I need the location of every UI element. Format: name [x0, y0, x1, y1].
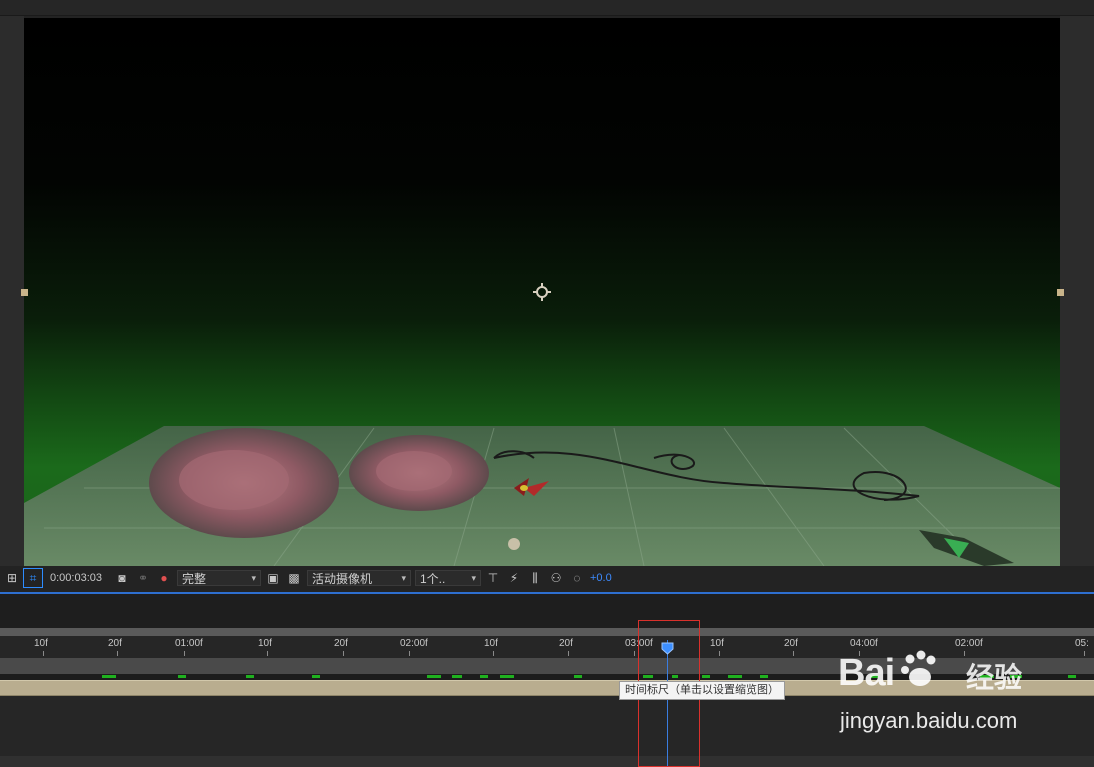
3d-draft-icon[interactable]: ⚡ — [505, 569, 523, 587]
current-time[interactable]: 0:00:03:03 — [50, 572, 102, 584]
watermark-brand-suffix: 经验 — [966, 662, 1023, 693]
color-channel-icon[interactable]: ● — [155, 569, 173, 587]
panel-header — [0, 0, 1094, 16]
ruler-tick — [184, 651, 185, 656]
timeline-footer — [0, 756, 1094, 767]
ruler-tick — [568, 651, 569, 656]
keyframe-marker — [760, 675, 768, 678]
ruler-label: 10f — [34, 638, 48, 649]
watermark-brand: Bai — [838, 652, 895, 694]
mask-toggle-icon[interactable]: ⌗ — [23, 568, 43, 588]
ruler-tick — [493, 651, 494, 656]
after-effects-window: ⊞ ⌗ 0:00:03:03 ◙ ⚭ ● 完整 ▾ ▣ ▩ 活动摄像机 ▾ 1个… — [0, 0, 1094, 767]
timeline-header — [0, 594, 1094, 628]
ruler-label: 02:00f — [400, 638, 428, 649]
anchor-point-icon — [533, 283, 551, 301]
ruler-tick — [267, 651, 268, 656]
ruler-label: 01:00f — [175, 638, 203, 649]
timeline-icon[interactable]: ⫼ — [526, 569, 544, 587]
layer-handle-left[interactable] — [21, 289, 28, 296]
ruler-tick — [43, 651, 44, 656]
light-point — [508, 538, 520, 550]
keyframe-marker — [500, 675, 514, 678]
chevron-down-icon: ▾ — [401, 572, 406, 583]
keyframe-marker — [178, 675, 186, 678]
composition-render — [24, 283, 1060, 566]
ruler-label: 10f — [258, 638, 272, 649]
ruler-label: 10f — [484, 638, 498, 649]
layer-handle-right[interactable] — [1057, 289, 1064, 296]
watermark-url: jingyan.baidu.com — [840, 708, 1018, 733]
ruler-tick — [117, 651, 118, 656]
ruler-tick — [409, 651, 410, 656]
keyframe-marker — [102, 675, 116, 678]
views-dropdown[interactable]: 1个.. ▾ — [415, 570, 481, 586]
region-of-interest-icon[interactable]: ⊞ — [3, 569, 21, 587]
resolution-value: 完整 — [182, 571, 207, 586]
tooltip: 时间标尺（单击以设置缩览图） — [619, 681, 785, 700]
fast-preview-icon[interactable]: ▣ — [264, 569, 282, 587]
views-value: 1个.. — [420, 571, 446, 586]
keyframe-marker — [452, 675, 462, 678]
keyframe-marker — [1068, 675, 1076, 678]
ruler-tick — [1084, 651, 1085, 656]
keyframe-marker — [480, 675, 488, 678]
viewer-right-margin — [1060, 16, 1094, 566]
ruler-tick — [343, 651, 344, 656]
ruler-label: 20f — [559, 638, 573, 649]
keyframe-marker — [312, 675, 320, 678]
viewer-toolbar: ⊞ ⌗ 0:00:03:03 ◙ ⚭ ● 完整 ▾ ▣ ▩ 活动摄像机 ▾ 1个… — [0, 567, 1094, 589]
ruler-label: 02:00f — [955, 638, 983, 649]
ruler-tick — [634, 651, 635, 656]
ruler-label: 05: — [1075, 638, 1089, 649]
reset-exposure-icon[interactable]: ◌ — [568, 569, 586, 587]
exposure-value[interactable]: +0.0 — [590, 572, 612, 584]
keyframe-marker — [574, 675, 582, 678]
ruler-label: 04:00f — [850, 638, 878, 649]
show-snapshot-icon[interactable]: ⚭ — [134, 569, 152, 587]
flowchart-icon[interactable]: ⚇ — [547, 569, 565, 587]
keyframe-marker — [702, 675, 710, 678]
toggle-pixel-aspect-icon[interactable]: ⊤ — [484, 569, 502, 587]
time-navigator[interactable] — [0, 628, 1094, 636]
chevron-down-icon: ▾ — [251, 572, 256, 583]
baidu-watermark: Bai 经验 jingyan.baidu.com — [838, 650, 1038, 745]
ruler-tick — [719, 651, 720, 656]
camera-dropdown[interactable]: 活动摄像机 ▾ — [307, 570, 411, 586]
ruler-label: 20f — [784, 638, 798, 649]
ruler-label: 10f — [710, 638, 724, 649]
ruler-label: 20f — [334, 638, 348, 649]
keyframe-marker — [246, 675, 254, 678]
ruler-label: 20f — [108, 638, 122, 649]
composition-viewer[interactable] — [24, 18, 1060, 566]
transparency-grid-icon[interactable]: ▩ — [285, 569, 303, 587]
paw-logo-icon — [901, 650, 936, 686]
resolution-dropdown[interactable]: 完整 ▾ — [177, 570, 261, 586]
chevron-down-icon: ▾ — [471, 572, 476, 583]
ruler-tick — [793, 651, 794, 656]
keyframe-marker — [728, 675, 742, 678]
snapshot-icon[interactable]: ◙ — [113, 569, 131, 587]
keyframe-marker — [427, 675, 441, 678]
camera-value: 活动摄像机 — [312, 571, 373, 586]
